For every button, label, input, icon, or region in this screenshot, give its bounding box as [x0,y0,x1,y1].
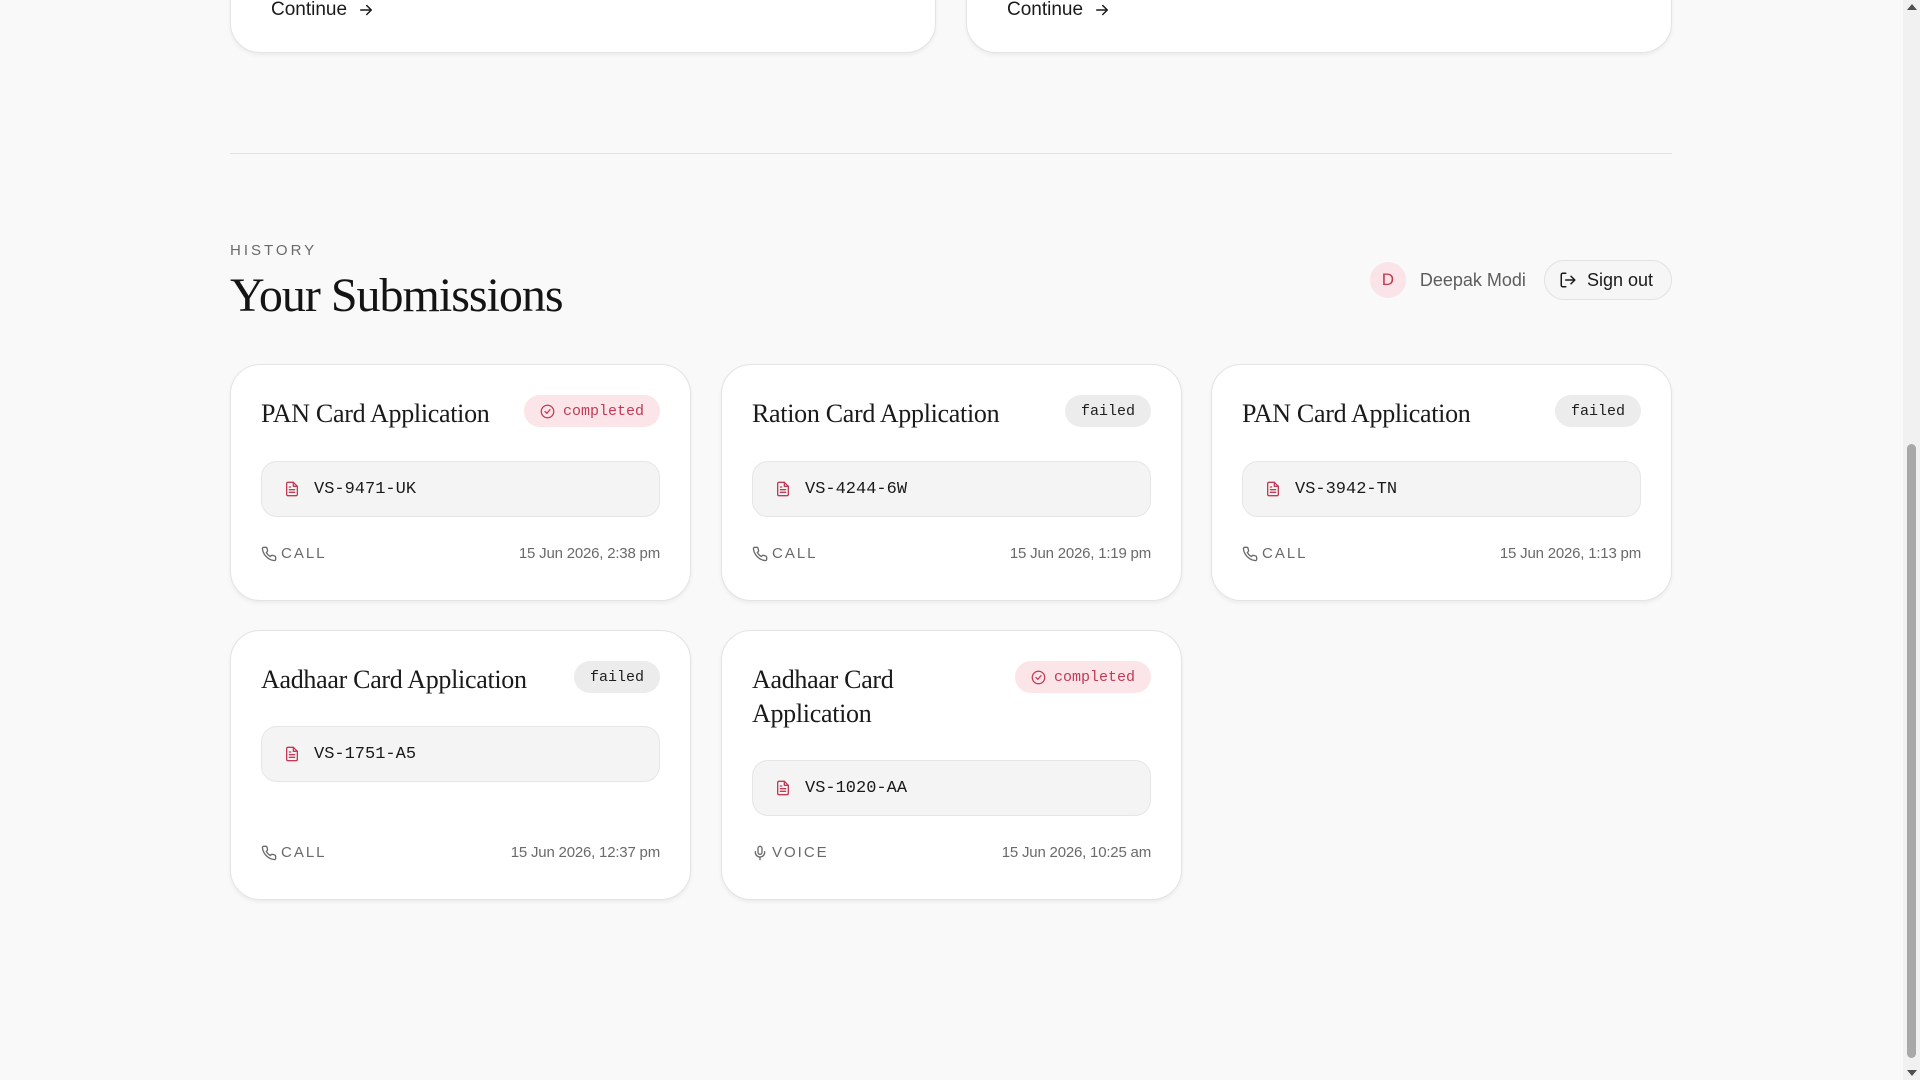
channel: CALL [261,844,327,861]
channel-label: CALL [281,844,327,861]
submission-date: 15 Jun 2026, 1:13 pm [1499,545,1641,562]
scrollbar[interactable] [1903,0,1920,1080]
channel: CALL [752,545,818,562]
submission-card[interactable]: Aadhaar Card Application failed VS-1751-… [230,630,691,900]
channel: CALL [261,545,327,562]
status-badge: failed [1554,395,1641,427]
reference-number: VS-4244-6W [805,479,908,499]
section-divider [230,153,1672,154]
document-icon [1267,481,1279,497]
submission-card[interactable]: PAN Card Application completed VS-9471-U… [230,364,691,601]
channel-label: CALL [281,545,327,562]
logout-icon [1560,272,1576,288]
phone-icon [1242,546,1258,561]
submission-date: 15 Jun 2026, 2:38 pm [518,545,660,562]
continue-button[interactable]: Continue [1007,0,1111,21]
submission-title: Ration Card Application [752,399,1000,428]
user-profile[interactable]: D Deepak Modi [1369,262,1526,298]
sign-out-button[interactable]: Sign out [1543,260,1672,300]
channel: VOICE [752,844,829,861]
phone-icon [752,546,768,561]
document-icon [777,780,789,796]
continue-label: Continue [1007,0,1084,20]
status-label: failed [589,668,644,686]
channel-label: CALL [1262,545,1308,562]
arrow-right-icon [360,4,373,16]
submission-card[interactable]: Aadhaar Card Application completed VS-10… [721,630,1182,900]
status-label: completed [1053,668,1135,686]
status-label: failed [1080,402,1135,420]
scroll-down-arrow[interactable] [1907,1070,1917,1076]
reference-box: VS-3942-TN [1242,461,1641,517]
status-badge: failed [1064,395,1151,427]
user-name: Deepak Modi [1419,269,1526,290]
check-circle-icon [1031,670,1046,684]
channel: CALL [1242,545,1308,562]
reference-box: VS-4244-6W [752,461,1151,517]
user-area: D Deepak Modi Sign out [1369,260,1672,300]
submission-date: 15 Jun 2026, 12:37 pm [510,844,660,861]
scroll-up-arrow[interactable] [1907,4,1917,10]
reference-box: VS-1020-AA [752,760,1151,816]
page: Continue Continue HISTORY Your Submissio… [0,0,1920,1080]
channel-label: VOICE [772,844,829,861]
document-icon [286,481,298,497]
submission-title: PAN Card Application [261,399,490,428]
document-icon [777,481,789,497]
section-eyebrow: HISTORY [230,242,318,259]
document-icon [286,746,298,762]
submission-title: Aadhaar Card Application [261,665,527,694]
status-label: failed [1570,402,1625,420]
avatar: D [1369,262,1406,298]
submission-date: 15 Jun 2026, 1:19 pm [1009,545,1151,562]
channel-label: CALL [772,545,818,562]
reference-number: VS-1020-AA [805,778,908,798]
submission-card[interactable]: PAN Card Application failed VS-3942-TN C… [1211,364,1672,601]
microphone-icon [754,845,766,860]
scroll-thumb[interactable] [1907,444,1916,1058]
top-card: Continue [966,0,1672,53]
phone-icon [261,546,277,561]
check-circle-icon [540,404,555,418]
phone-icon [261,845,277,860]
reference-box: VS-1751-A5 [261,726,660,782]
status-badge: completed [1014,661,1151,693]
page-title: Your Submissions [230,269,564,322]
continue-label: Continue [271,0,348,20]
top-card: Continue [230,0,936,53]
submission-title: Aadhaar Card Application [752,665,894,728]
reference-number: VS-9471-UK [314,479,417,499]
reference-box: VS-9471-UK [261,461,660,517]
status-badge: completed [523,395,660,427]
submission-date: 15 Jun 2026, 10:25 am [1001,844,1151,861]
arrow-right-icon [1096,4,1109,16]
status-badge: failed [573,661,660,693]
status-label: completed [562,402,644,420]
reference-number: VS-1751-A5 [314,744,417,764]
submission-card[interactable]: Ration Card Application failed VS-4244-6… [721,364,1182,601]
submission-title: PAN Card Application [1242,399,1471,428]
reference-number: VS-3942-TN [1295,479,1398,499]
sign-out-label: Sign out [1586,269,1653,290]
continue-button[interactable]: Continue [271,0,375,21]
